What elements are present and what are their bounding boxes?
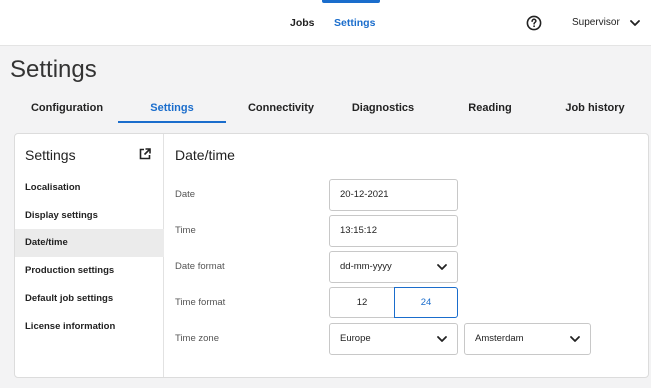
- sidebar-item-production-settings[interactable]: Production settings: [15, 257, 164, 285]
- time-label: Time: [175, 225, 196, 236]
- help-icon[interactable]: [526, 15, 542, 31]
- date-field[interactable]: 20-12-2021: [329, 179, 458, 211]
- topnav-active-indicator: [322, 0, 380, 3]
- time-field[interactable]: 13:15:12: [329, 215, 458, 247]
- sidebar-item-localisation[interactable]: Localisation: [15, 174, 164, 202]
- tab-connectivity[interactable]: Connectivity: [236, 92, 326, 124]
- date-label: Date: [175, 189, 196, 200]
- top-bar: Jobs Settings Supervisor: [0, 0, 651, 46]
- sidebar-item-license-information[interactable]: License information: [15, 313, 164, 341]
- time-format-12-button[interactable]: 12: [329, 287, 394, 318]
- user-menu-chevron-down-icon[interactable]: [628, 16, 642, 30]
- user-name: Supervisor: [572, 17, 620, 28]
- time-zone-region-value: Europe: [340, 333, 371, 344]
- date-value: 20-12-2021: [340, 189, 389, 200]
- settings-card: Settings Localisation Display settings D…: [14, 133, 649, 378]
- tab-active-indicator: [118, 121, 226, 123]
- time-zone-city-value: Amsterdam: [475, 333, 524, 344]
- content-title: Date/time: [175, 147, 235, 163]
- sidebar-item-date-time[interactable]: Date/time: [15, 229, 164, 257]
- time-format-24-button[interactable]: 24: [394, 287, 458, 318]
- tab-job-history[interactable]: Job history: [550, 92, 640, 124]
- topnav-jobs[interactable]: Jobs: [290, 0, 315, 46]
- sidebar-title: Settings: [25, 147, 76, 163]
- chevron-down-icon: [437, 336, 447, 342]
- time-zone-region-select[interactable]: Europe: [329, 323, 458, 355]
- sidebar-item-display-settings[interactable]: Display settings: [15, 202, 164, 230]
- external-link-icon[interactable]: [138, 147, 152, 161]
- tab-configuration[interactable]: Configuration: [22, 92, 112, 124]
- time-zone-city-select[interactable]: Amsterdam: [464, 323, 591, 355]
- tab-diagnostics[interactable]: Diagnostics: [338, 92, 428, 124]
- tab-reading[interactable]: Reading: [445, 92, 535, 124]
- page-title: Settings: [10, 56, 97, 83]
- chevron-down-icon: [570, 336, 580, 342]
- time-zone-label: Time zone: [175, 333, 219, 344]
- time-value: 13:15:12: [340, 225, 377, 236]
- sidebar-item-default-job-settings[interactable]: Default job settings: [15, 285, 164, 313]
- tab-settings[interactable]: Settings: [118, 92, 226, 124]
- date-format-select[interactable]: dd-mm-yyyy: [329, 251, 458, 283]
- date-format-label: Date format: [175, 261, 225, 272]
- settings-sidebar: Settings Localisation Display settings D…: [15, 134, 164, 377]
- date-format-value: dd-mm-yyyy: [340, 261, 392, 272]
- tab-bar: Configuration Settings Connectivity Diag…: [0, 92, 651, 124]
- user-menu[interactable]: Supervisor: [572, 0, 620, 46]
- time-format-label: Time format: [175, 297, 226, 308]
- topnav-settings[interactable]: Settings: [334, 0, 375, 46]
- chevron-down-icon: [437, 264, 447, 270]
